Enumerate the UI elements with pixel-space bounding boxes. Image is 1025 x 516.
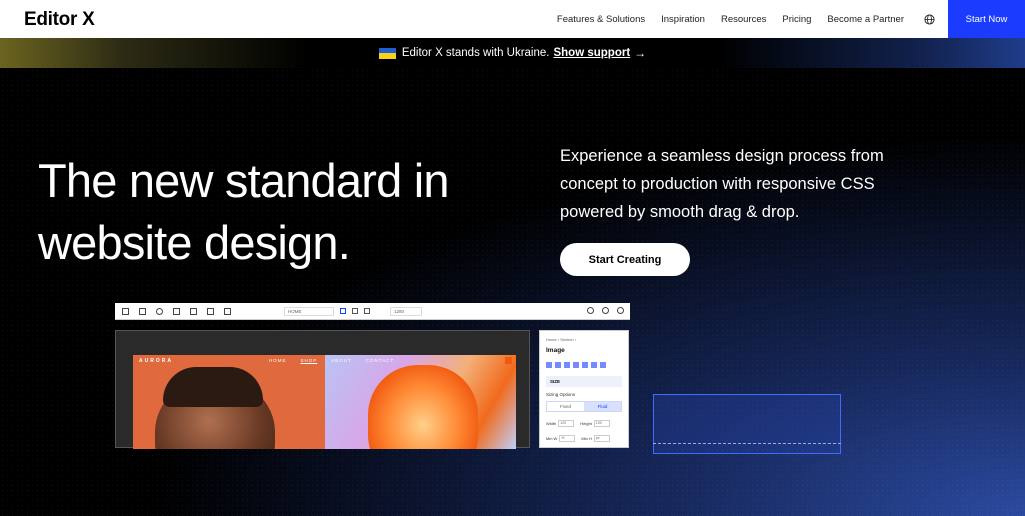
size-section-header: SIZE <box>546 376 622 387</box>
nav-link-partner[interactable]: Become a Partner <box>827 14 904 25</box>
height-value: 100 <box>593 420 610 427</box>
desktop-icon <box>340 308 346 314</box>
selection-guide <box>653 443 841 444</box>
min-size-fields: Min W % Min H px <box>546 435 622 442</box>
arrow-right-icon[interactable]: → <box>634 46 646 60</box>
site-menu-shop: SHOP <box>300 358 318 363</box>
nav-link-pricing[interactable]: Pricing <box>782 14 811 25</box>
width-value: 120 <box>558 420 575 427</box>
toggle-fluid: Fluid <box>584 402 621 411</box>
site-menu-about: ABOUT <box>331 358 352 363</box>
nav-link-features[interactable]: Features & Solutions <box>557 14 645 25</box>
start-now-button[interactable]: Start Now <box>948 0 1025 38</box>
globe-icon[interactable] <box>924 13 935 25</box>
site-menu-contact: CONTACT <box>365 358 395 363</box>
site-menu: HOME SHOP ABOUT CONTACT <box>269 358 394 363</box>
height-field: Height 100 <box>580 420 610 427</box>
min-height-field: Min H px <box>581 435 610 442</box>
distribute-icon <box>600 362 606 368</box>
start-creating-button[interactable]: Start Creating <box>560 243 690 276</box>
size-fields: Width 120 Height 100 <box>546 420 622 427</box>
width-field: Width 120 <box>546 420 575 427</box>
banner-text: Editor X stands with Ukraine. <box>401 47 550 59</box>
grid-icon <box>207 307 214 315</box>
width-input: 1280 <box>390 306 422 316</box>
hero-headline: The new standard in website design. <box>38 154 449 269</box>
align-bottom-icon <box>591 362 597 368</box>
settings-icon <box>617 307 624 314</box>
pages-icon <box>173 307 180 315</box>
nav-link-inspiration[interactable]: Inspiration <box>661 14 705 25</box>
page-select: HOME <box>284 306 334 316</box>
mobile-icon <box>364 308 370 314</box>
add-icon <box>122 307 129 315</box>
align-middle-icon <box>582 362 588 368</box>
min-width-field: Min W % <box>546 435 576 442</box>
toolbar-right <box>587 307 624 314</box>
align-left-icon <box>546 362 552 368</box>
tablet-icon <box>352 308 358 314</box>
align-right-icon <box>564 362 570 368</box>
text-icon <box>190 307 197 315</box>
site-photo-panel <box>133 355 325 449</box>
min-height-value: px <box>593 435 610 442</box>
editor-canvas: AURORA HOME SHOP ABOUT CONTACT <box>115 330 530 449</box>
align-center-icon <box>555 362 561 368</box>
portrait-hair <box>163 367 263 407</box>
site-nav: AURORA HOME SHOP ABOUT CONTACT <box>133 355 516 367</box>
sizing-options-label: Sizing Options <box>546 392 576 397</box>
selection-box <box>653 394 841 454</box>
components-icon <box>156 307 163 315</box>
align-top-icon <box>573 362 579 368</box>
panel-breadcrumb: Home › Section › <box>546 337 577 342</box>
min-width-label: Min W <box>546 436 558 441</box>
logo[interactable]: Editor X <box>24 9 95 31</box>
undo-icon <box>587 307 594 314</box>
site-brand: AURORA <box>139 358 173 364</box>
width-label: Width <box>546 421 557 426</box>
inspector-panel: Home › Section › Image SIZE Sizing Optio… <box>539 330 629 448</box>
table-icon <box>224 307 231 315</box>
gradient-blob <box>368 365 478 449</box>
align-tools <box>546 362 622 368</box>
min-width-value: % <box>559 435 576 442</box>
shopping-bag-icon <box>505 357 512 364</box>
show-support-link[interactable]: Show support <box>553 47 630 59</box>
height-label: Height <box>580 421 592 426</box>
min-height-label: Min H <box>581 436 592 441</box>
editor-toolbar: HOME 1280 <box>115 303 630 320</box>
hero-subtext: Experience a seamless design process fro… <box>560 147 884 221</box>
top-nav: Editor X Features & Solutions Inspiratio… <box>0 0 1025 38</box>
toggle-fixed: Fixed <box>559 404 571 409</box>
redo-icon <box>602 307 609 314</box>
panel-title: Image <box>546 347 565 354</box>
ukraine-flag-icon <box>378 47 396 59</box>
layers-icon <box>139 307 146 315</box>
nav-link-resources[interactable]: Resources <box>721 14 766 25</box>
site-menu-home: HOME <box>269 358 287 363</box>
nav-links: Features & Solutions Inspiration Resourc… <box>557 0 935 38</box>
site-preview: AURORA HOME SHOP ABOUT CONTACT <box>133 355 516 449</box>
sizing-toggle: Fixed Fluid <box>546 401 622 412</box>
ukraine-banner: Editor X stands with Ukraine. Show suppo… <box>0 38 1025 68</box>
